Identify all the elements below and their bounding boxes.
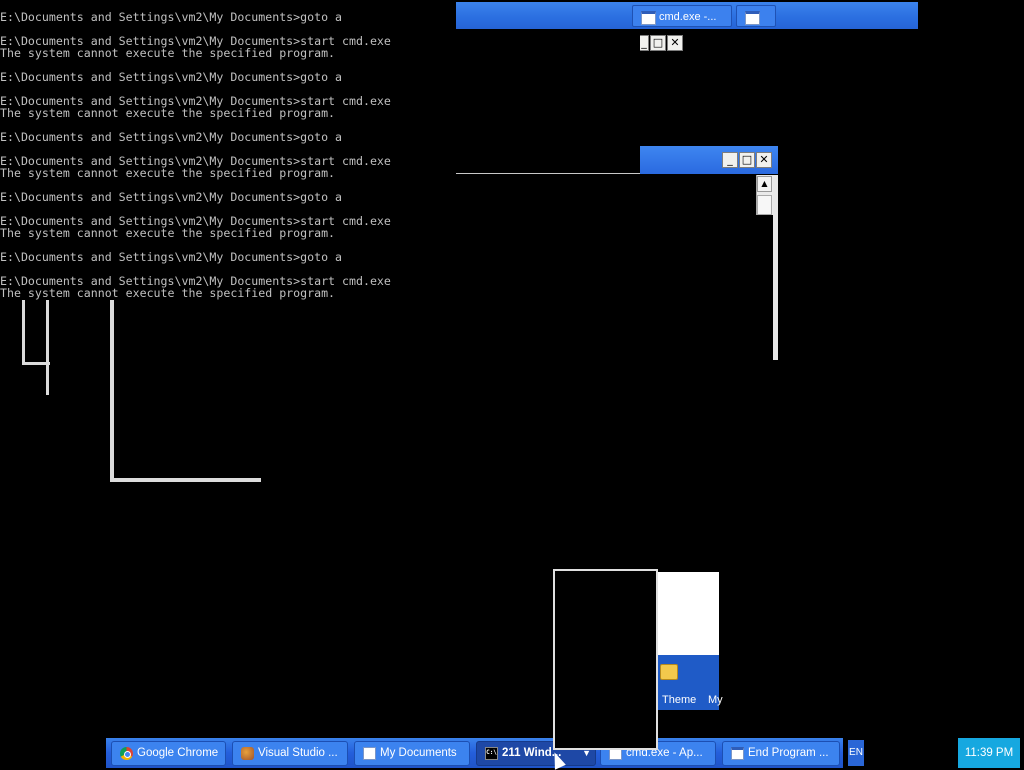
console-line: The system cannot execute the specified …	[0, 166, 336, 180]
glitch-artifact	[46, 300, 49, 395]
console-output: E:\Documents and Settings\vm2\My Documen…	[0, 11, 391, 299]
glitch-artifact	[110, 478, 261, 482]
divider-line	[456, 173, 640, 174]
task-button-visual-studio[interactable]: Visual Studio ...	[232, 741, 348, 766]
task-button-google-chrome[interactable]: Google Chrome	[111, 741, 226, 766]
app-window-icon	[745, 11, 760, 25]
folder-icon[interactable]	[660, 664, 678, 680]
desktop-label-theme[interactable]: Theme	[662, 694, 696, 706]
console-line: E:\Documents and Settings\vm2\My Documen…	[0, 250, 343, 264]
task-label: End Program ...	[748, 747, 829, 759]
chrome-icon	[120, 747, 133, 760]
window-controls-upper: _ □ ✕	[640, 35, 683, 51]
scroll-thumb[interactable]	[757, 195, 772, 215]
glitch-artifact	[22, 300, 25, 365]
folder-doc-icon	[363, 747, 376, 760]
app-window-icon	[641, 11, 656, 25]
close-button[interactable]: ✕	[756, 152, 772, 168]
console-line: E:\Documents and Settings\vm2\My Documen…	[0, 70, 343, 84]
popup-overlay	[553, 569, 658, 750]
task-label: Visual Studio ...	[258, 747, 338, 759]
scroll-up-icon[interactable]: ▲	[757, 176, 772, 192]
visual-studio-icon	[241, 747, 254, 760]
minimize-button[interactable]: _	[722, 152, 738, 168]
taskbar-fragment-top: cmd.exe -...	[456, 2, 918, 29]
taskbar: Google Chrome Visual Studio ... My Docum…	[106, 738, 843, 768]
maximize-button[interactable]: □	[739, 152, 755, 168]
task-button-end-program[interactable]: End Program ...	[722, 741, 840, 766]
window-fragment-white	[658, 572, 719, 655]
system-clock[interactable]: 11:39 PM	[958, 738, 1020, 768]
task-label: Google Chrome	[137, 747, 219, 759]
console-line: The system cannot execute the specified …	[0, 226, 336, 240]
console-line: The system cannot execute the specified …	[0, 106, 336, 120]
console-line: E:\Documents and Settings\vm2\My Documen…	[0, 10, 343, 24]
task-button-my-documents[interactable]: My Documents	[354, 741, 470, 766]
task-button-cmd[interactable]: cmd.exe -...	[632, 5, 732, 27]
app-window-icon	[731, 747, 744, 760]
console-line: E:\Documents and Settings\vm2\My Documen…	[0, 190, 343, 204]
cmd-icon: C:\	[485, 747, 498, 760]
console-line: The system cannot execute the specified …	[0, 46, 336, 60]
vertical-scrollbar[interactable]: ▲	[756, 175, 773, 215]
language-indicator[interactable]: EN	[848, 740, 864, 766]
minimize-button[interactable]: _	[640, 35, 649, 51]
glitch-artifact	[110, 300, 114, 482]
task-button-label: cmd.exe -...	[659, 11, 717, 23]
maximize-button[interactable]: □	[650, 35, 666, 51]
task-button-blank[interactable]	[736, 5, 776, 27]
close-button[interactable]: ✕	[667, 35, 683, 51]
window-controls-middle: _ □ ✕	[722, 152, 772, 168]
console-line: The system cannot execute the specified …	[0, 286, 336, 300]
console-line: E:\Documents and Settings\vm2\My Documen…	[0, 130, 343, 144]
task-label: My Documents	[380, 747, 457, 759]
window-edge	[773, 175, 778, 360]
desktop-label-my[interactable]: My	[708, 694, 723, 706]
